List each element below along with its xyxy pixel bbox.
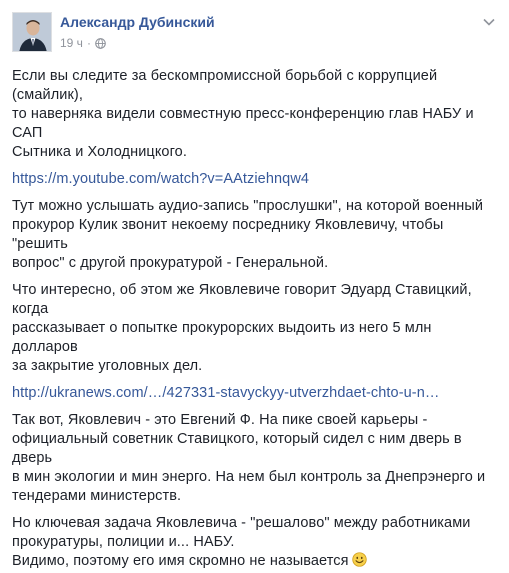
text-line: прокурор Кулик звонит некоему посреднику…	[12, 217, 444, 252]
link-paragraph: https://m.youtube.com/watch?v=AAtziehnqw…	[12, 170, 500, 189]
post-meta: 19 ч ·	[60, 36, 106, 50]
meta-separator: ·	[86, 36, 91, 50]
text-line: Тут можно услышать аудио-запись "прослуш…	[12, 198, 484, 214]
post-text: Если вы следите за бескомпромиссной борь…	[12, 67, 500, 571]
text-line: рассказывает о попытке прокурорских выдо…	[12, 320, 432, 355]
paragraph: Но ключевая задача Яковлевича - "решалов…	[12, 514, 500, 571]
post-time[interactable]: 19 ч	[60, 36, 83, 50]
author-name[interactable]: Александр Дубинский	[60, 14, 215, 30]
paragraph: Так вот, Яковлевич - это Евгений Ф. На п…	[12, 411, 500, 506]
ukranews-link[interactable]: http://ukranews.com/…/427331-stavyckyy-u…	[12, 385, 439, 401]
youtube-link[interactable]: https://m.youtube.com/watch?v=AAtziehnqw…	[12, 171, 309, 187]
text-line: в мин экологии и мин энерго. На нем был …	[12, 469, 486, 485]
text-line: Но ключевая задача Яковлевича - "решалов…	[12, 515, 471, 531]
globe-icon[interactable]	[95, 37, 106, 49]
smiley-emoji-icon	[351, 552, 367, 567]
post-header: Александр Дубинский 19 ч ·	[12, 12, 497, 58]
text-line: Если вы следите за бескомпромиссной борь…	[12, 68, 438, 103]
paragraph: Что интересно, об этом же Яковлевиче гов…	[12, 281, 500, 376]
text-line: за закрытие уголовных дел.	[12, 358, 203, 374]
author-avatar[interactable]	[12, 12, 52, 52]
text-line: Видимо, поэтому его имя скромно не назыв…	[12, 553, 349, 569]
text-line: Что интересно, об этом же Яковлевиче гов…	[12, 282, 472, 317]
paragraph: Тут можно услышать аудио-запись "прослуш…	[12, 197, 500, 273]
link-paragraph: http://ukranews.com/…/427331-stavyckyy-u…	[12, 384, 500, 403]
text-line: Сытника и Холодницкого.	[12, 144, 187, 160]
text-line: Так вот, Яковлевич - это Евгений Ф. На п…	[12, 412, 428, 428]
text-line: официальный советник Ставицкого, который…	[12, 431, 462, 466]
text-line: тендерами министерств.	[12, 488, 182, 504]
chevron-down-icon[interactable]	[481, 14, 497, 30]
text-line: вопрос" с другой прокуратурой - Генераль…	[12, 255, 329, 271]
paragraph: Если вы следите за бескомпромиссной борь…	[12, 67, 500, 162]
text-line: прокуратуры, полиции и... НАБУ.	[12, 534, 235, 550]
text-line: то наверняка видели совместную пресс-кон…	[12, 106, 474, 141]
